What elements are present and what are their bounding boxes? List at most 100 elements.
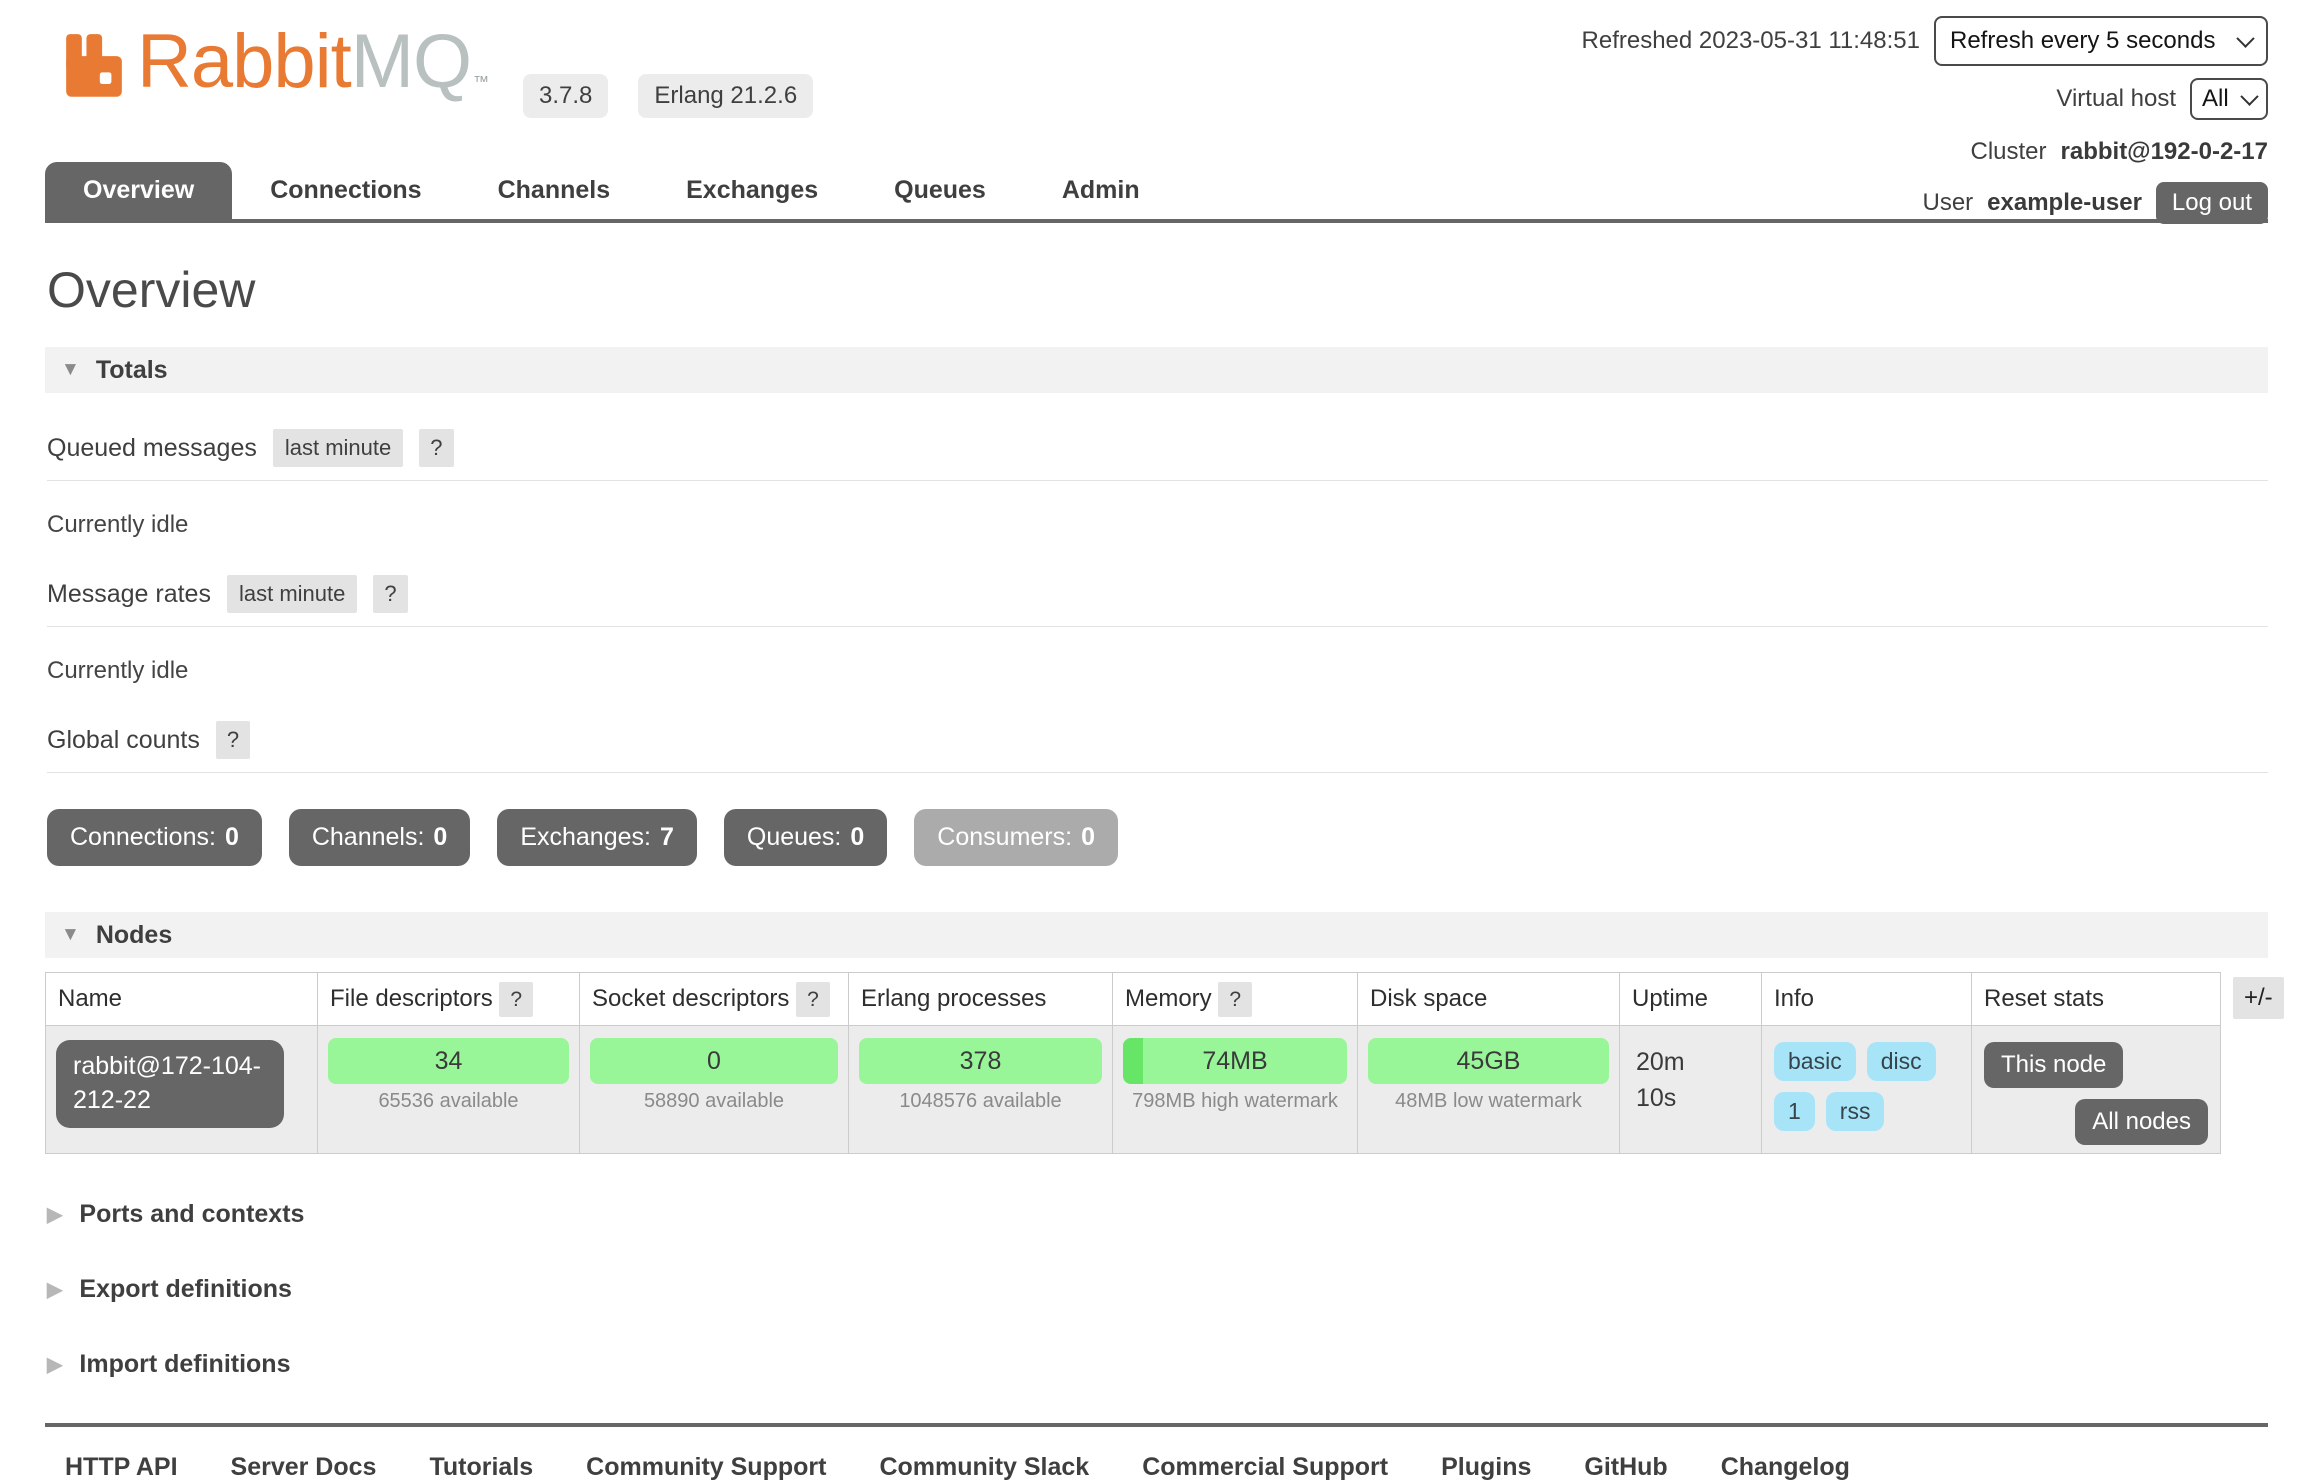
queued-messages-help-icon[interactable]: ? bbox=[419, 429, 453, 467]
disk-space-detail: 48MB low watermark bbox=[1366, 1090, 1611, 1113]
connections-counter-value: 0 bbox=[225, 823, 239, 851]
rabbitmq-logo: RabbitMQ™ bbox=[65, 26, 488, 98]
message-rates-help-icon[interactable]: ? bbox=[373, 575, 407, 613]
exchanges-counter-value: 7 bbox=[660, 823, 674, 851]
import-definitions-label: Import definitions bbox=[79, 1350, 290, 1379]
channels-counter-value: 0 bbox=[433, 823, 447, 851]
channels-counter-label: Channels: bbox=[312, 823, 425, 851]
socket-descriptors-value: 0 bbox=[707, 1047, 721, 1076]
memory-help-icon[interactable]: ? bbox=[1218, 982, 1252, 1017]
global-counts-row: Connections:0 Channels: 0 Exchanges: 7 Que… bbox=[47, 809, 2268, 866]
brand-trademark: ™ bbox=[473, 74, 488, 91]
col-socket-descriptors: Socket descriptors ? bbox=[580, 973, 849, 1026]
footer-link-github[interactable]: GitHub bbox=[1584, 1453, 1667, 1482]
col-erlang-processes: Erlang processes bbox=[849, 973, 1113, 1026]
export-definitions-section[interactable]: ▶ Export definitions bbox=[47, 1275, 2268, 1304]
footer-link-commercial-support[interactable]: Commercial Support bbox=[1142, 1453, 1388, 1482]
message-rates-status: Currently idle bbox=[47, 657, 2268, 685]
memory-value: 74MB bbox=[1202, 1047, 1267, 1076]
col-reset-stats: Reset stats bbox=[1972, 973, 2221, 1026]
col-memory: Memory ? bbox=[1113, 973, 1358, 1026]
import-definitions-section[interactable]: ▶ Import definitions bbox=[47, 1350, 2268, 1379]
file-descriptors-cell: 34 65536 available bbox=[318, 1026, 580, 1154]
exchanges-counter-label: Exchanges: bbox=[520, 823, 651, 851]
consumers-counter-label: Consumers: bbox=[937, 823, 1072, 851]
footer-link-server-docs[interactable]: Server Docs bbox=[231, 1453, 377, 1482]
socket-descriptors-cell: 0 58890 available bbox=[580, 1026, 849, 1154]
erlang-processes-value: 378 bbox=[960, 1047, 1002, 1076]
consumers-counter-value: 0 bbox=[1081, 823, 1095, 851]
footer: HTTP API Server Docs Tutorials Community… bbox=[45, 1423, 2268, 1482]
info-tag-1: 1 bbox=[1774, 1092, 1815, 1131]
info-tag-disc: disc bbox=[1867, 1042, 1936, 1081]
message-rates-heading: Message rates last minute ? bbox=[47, 575, 2268, 627]
tab-queues[interactable]: Queues bbox=[856, 162, 1024, 219]
message-rates-range-badge[interactable]: last minute bbox=[227, 575, 357, 613]
disk-space-value: 45GB bbox=[1457, 1047, 1521, 1076]
refresh-interval-select[interactable]: Refresh every 5 seconds bbox=[1934, 16, 2268, 66]
tab-channels[interactable]: Channels bbox=[460, 162, 649, 219]
file-descriptors-value: 34 bbox=[435, 1047, 463, 1076]
channels-counter: Channels: 0 bbox=[289, 809, 470, 866]
memory-used-fill bbox=[1123, 1038, 1143, 1084]
nodes-section-header[interactable]: ▼ Nodes bbox=[45, 912, 2268, 958]
tab-exchanges[interactable]: Exchanges bbox=[648, 162, 856, 219]
message-rates-label: Message rates bbox=[47, 580, 211, 609]
tab-overview[interactable]: Overview bbox=[45, 162, 232, 219]
footer-link-community-slack[interactable]: Community Slack bbox=[879, 1453, 1089, 1482]
chevron-down-icon bbox=[2240, 87, 2258, 105]
memory-cell: 74MB 798MB high watermark bbox=[1113, 1026, 1358, 1154]
footer-link-plugins[interactable]: Plugins bbox=[1441, 1453, 1531, 1482]
uptime-cell: 20m 10s bbox=[1620, 1026, 1762, 1154]
page: RabbitMQ™ 3.7.8 Erlang 21.2.6 Refreshed … bbox=[45, 0, 2268, 1482]
reset-all-nodes-button[interactable]: All nodes bbox=[2075, 1099, 2208, 1145]
version-badges: 3.7.8 Erlang 21.2.6 bbox=[523, 74, 813, 118]
global-counts-label: Global counts bbox=[47, 726, 200, 755]
exchanges-counter: Exchanges: 7 bbox=[497, 809, 697, 866]
global-counts-heading: Global counts ? bbox=[47, 721, 2268, 773]
triangle-down-icon: ▼ bbox=[61, 359, 80, 381]
global-counts-help-icon[interactable]: ? bbox=[216, 721, 250, 759]
footer-link-http-api[interactable]: HTTP API bbox=[65, 1453, 178, 1482]
queues-counter-label: Queues: bbox=[747, 823, 842, 851]
file-descriptors-help-icon[interactable]: ? bbox=[499, 982, 533, 1017]
triangle-right-icon: ▶ bbox=[47, 1352, 62, 1377]
col-uptime: Uptime bbox=[1620, 973, 1762, 1026]
queues-counter-value: 0 bbox=[850, 823, 864, 851]
info-cell: basic disc 1 rss bbox=[1762, 1026, 1972, 1154]
tab-connections[interactable]: Connections bbox=[232, 162, 459, 219]
page-title: Overview bbox=[47, 261, 2268, 319]
node-name-cell: rabbit@172-104-212-22 bbox=[46, 1026, 318, 1154]
socket-descriptors-detail: 58890 available bbox=[588, 1090, 840, 1113]
footer-link-community-support[interactable]: Community Support bbox=[586, 1453, 826, 1482]
col-disk-space: Disk space bbox=[1358, 973, 1620, 1026]
queues-counter: Queues: 0 bbox=[724, 809, 887, 866]
queued-messages-range-badge[interactable]: last minute bbox=[273, 429, 403, 467]
memory-bar: 74MB bbox=[1123, 1038, 1347, 1084]
footer-link-changelog[interactable]: Changelog bbox=[1721, 1453, 1850, 1482]
totals-section-header[interactable]: ▼ Totals bbox=[45, 347, 2268, 393]
virtual-host-select[interactable]: All bbox=[2190, 78, 2268, 120]
socket-descriptors-help-icon[interactable]: ? bbox=[796, 982, 830, 1017]
queued-messages-heading: Queued messages last minute ? bbox=[47, 429, 2268, 481]
tab-admin[interactable]: Admin bbox=[1024, 162, 1178, 219]
connections-counter: Connections:0 bbox=[47, 809, 262, 866]
erlang-processes-cell: 378 1048576 available bbox=[849, 1026, 1113, 1154]
file-descriptors-detail: 65536 available bbox=[326, 1090, 571, 1113]
header: RabbitMQ™ 3.7.8 Erlang 21.2.6 Refreshed … bbox=[45, 0, 2268, 223]
brand-mq: MQ bbox=[351, 19, 471, 104]
reset-stats-cell: This node All nodes bbox=[1972, 1026, 2221, 1154]
ports-and-contexts-section[interactable]: ▶ Ports and contexts bbox=[47, 1200, 2268, 1229]
reset-this-node-button[interactable]: This node bbox=[1984, 1042, 2123, 1088]
export-definitions-label: Export definitions bbox=[79, 1275, 292, 1304]
brand-wordmark: RabbitMQ™ bbox=[137, 26, 488, 98]
footer-link-tutorials[interactable]: Tutorials bbox=[429, 1453, 533, 1482]
triangle-right-icon: ▶ bbox=[47, 1202, 62, 1227]
memory-detail: 798MB high watermark bbox=[1121, 1090, 1349, 1113]
chevron-down-icon bbox=[2236, 29, 2254, 47]
col-info: Info bbox=[1762, 973, 1972, 1026]
node-row: rabbit@172-104-212-22 34 65536 available… bbox=[46, 1026, 2221, 1154]
ports-and-contexts-label: Ports and contexts bbox=[79, 1200, 304, 1229]
column-toggle-button[interactable]: +/- bbox=[2233, 977, 2284, 1019]
rabbitmq-rabbit-icon bbox=[65, 34, 137, 98]
